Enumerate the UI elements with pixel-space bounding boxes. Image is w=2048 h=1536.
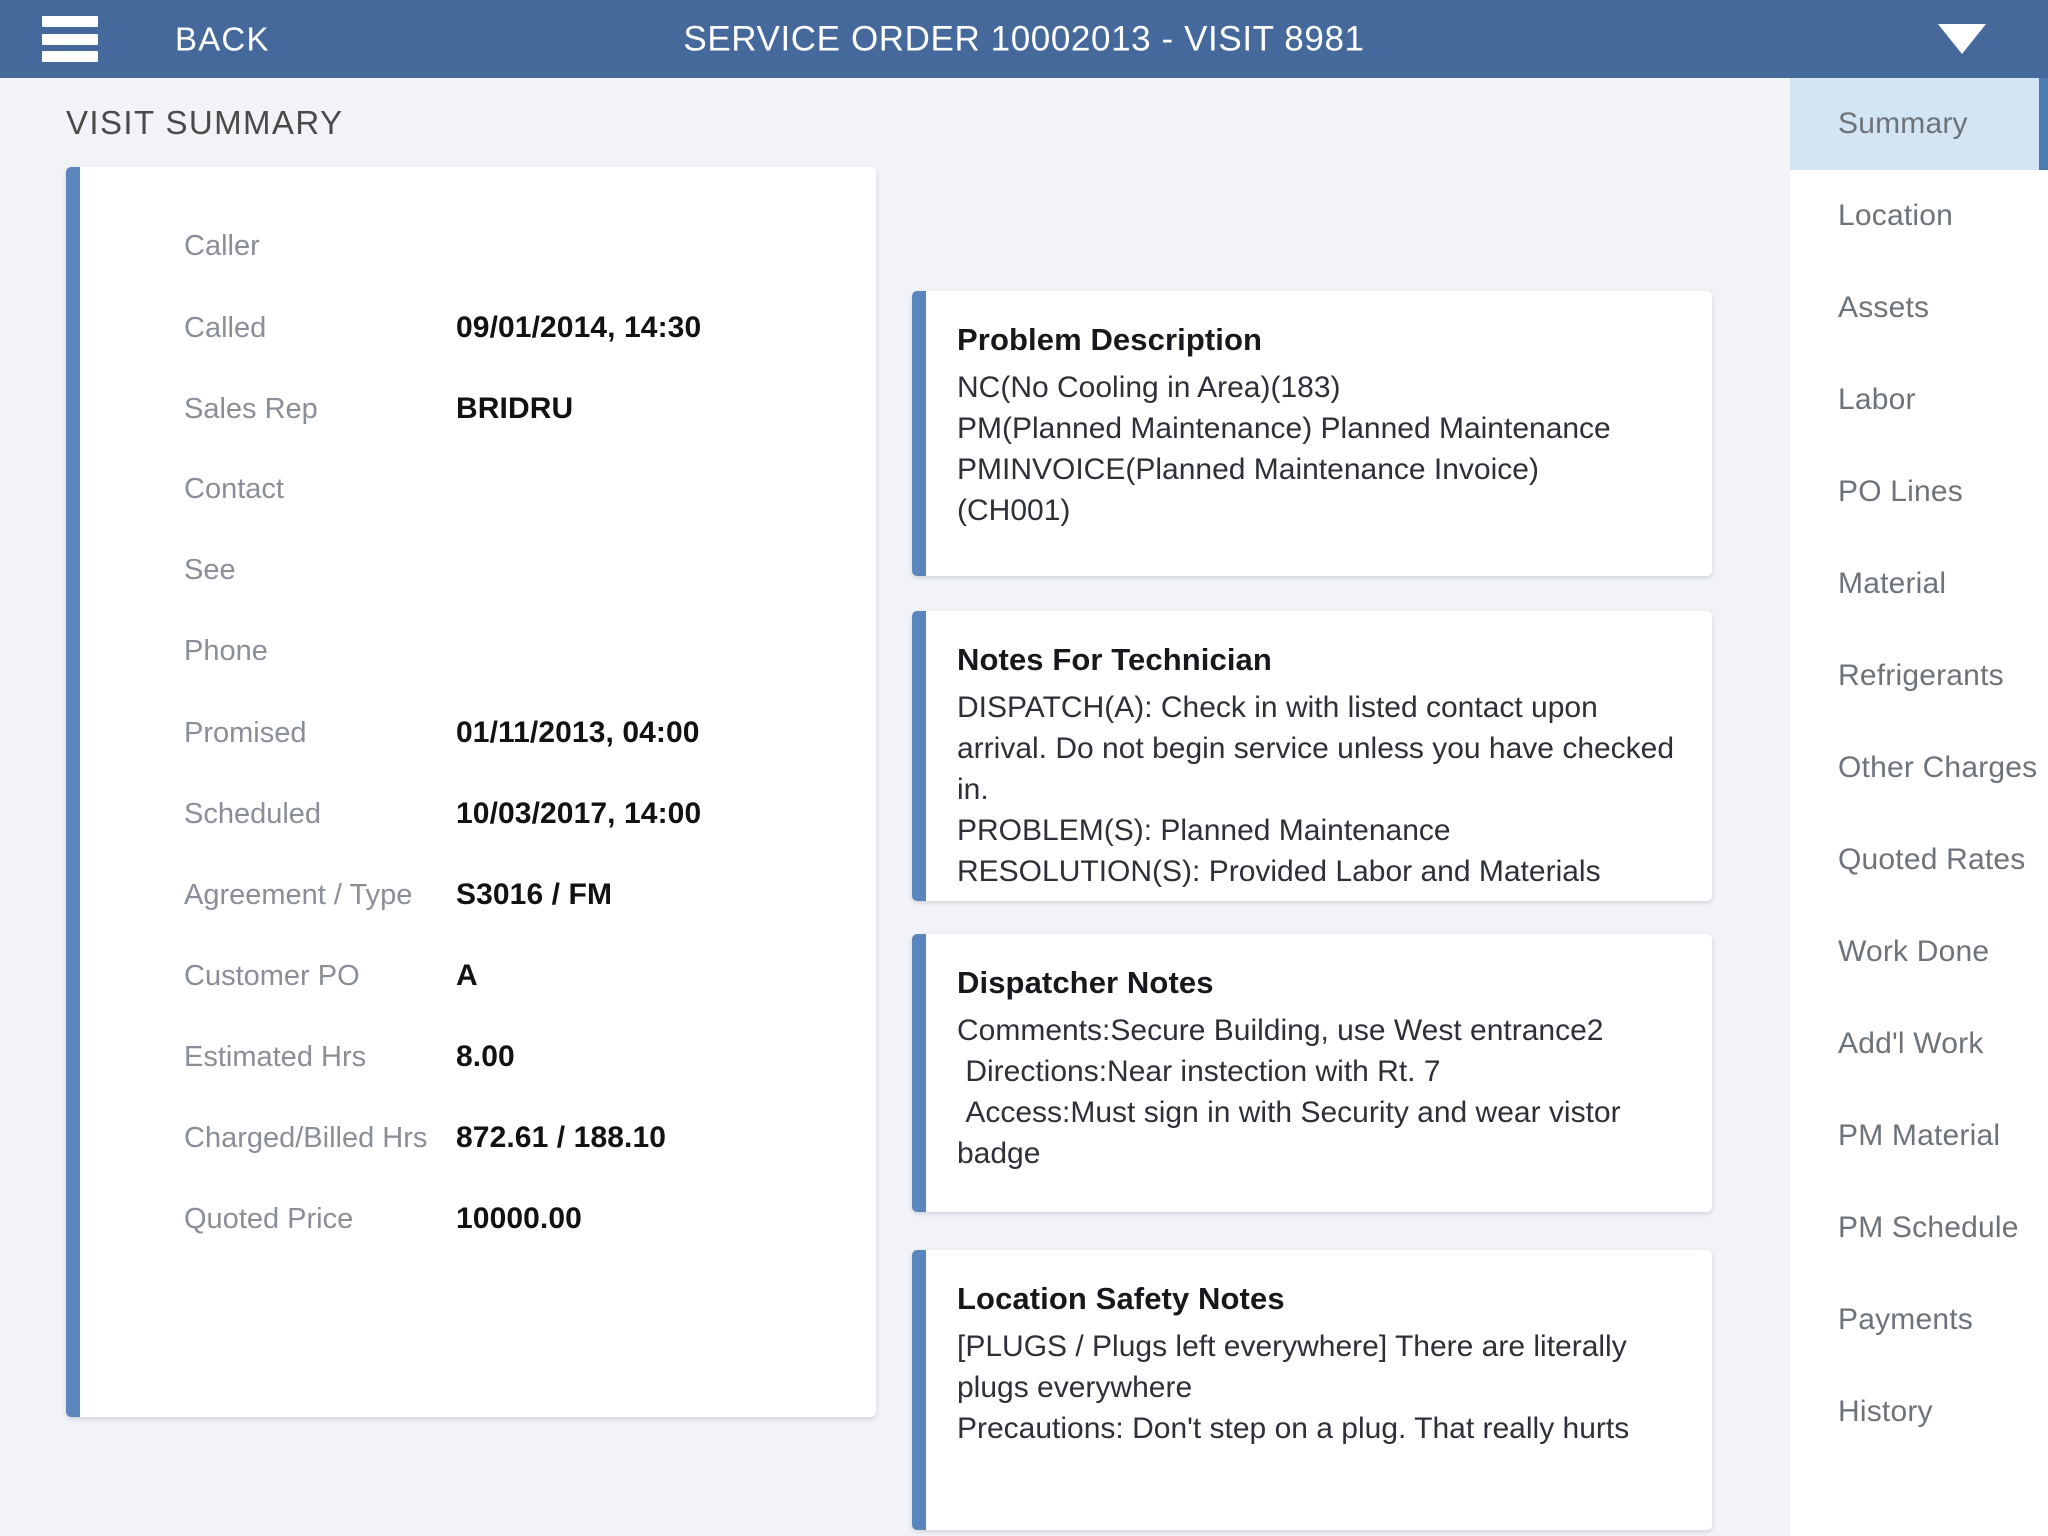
field-value-customer-po: A bbox=[456, 959, 478, 992]
hamburger-menu-icon[interactable] bbox=[42, 16, 98, 62]
summary-field-row: Phone bbox=[184, 637, 856, 718]
sidebar-item-material[interactable]: Material bbox=[1790, 538, 2048, 630]
hamburger-bar bbox=[42, 16, 98, 27]
summary-field-row: See bbox=[184, 556, 856, 637]
summary-field-row: Charged/Billed Hrs 872.61 / 188.10 bbox=[184, 1123, 856, 1204]
sidebar-item-label: Payments bbox=[1838, 1303, 1973, 1336]
summary-field-row: Called 09/01/2014, 14:30 bbox=[184, 313, 856, 394]
summary-field-row: Promised 01/11/2013, 04:00 bbox=[184, 718, 856, 799]
page-header-title: SERVICE ORDER 10002013 - VISIT 8981 bbox=[683, 19, 1365, 59]
sidebar-item-assets[interactable]: Assets bbox=[1790, 262, 2048, 354]
sidebar-item-label: Add'l Work bbox=[1838, 1027, 1984, 1060]
field-value-promised: 01/11/2013, 04:00 bbox=[456, 716, 700, 749]
field-label-contact: Contact bbox=[184, 473, 284, 505]
notes-for-technician-card-body: Notes For Technician DISPATCH(A): Check … bbox=[926, 611, 1712, 901]
sidebar-item-pm-schedule[interactable]: PM Schedule bbox=[1790, 1182, 2048, 1274]
sidebar-item-addl-work[interactable]: Add'l Work bbox=[1790, 998, 2048, 1090]
sidebar-item-label: Summary bbox=[1838, 107, 1968, 140]
summary-field-row: Caller bbox=[184, 232, 856, 313]
section-nav-sidebar: Summary Location Assets Labor PO Lines M… bbox=[1790, 78, 2048, 1536]
sidebar-item-label: Labor bbox=[1838, 383, 1916, 416]
dispatcher-notes-text: Comments:Secure Building, use West entra… bbox=[957, 1014, 1621, 1170]
field-label-promised: Promised bbox=[184, 717, 307, 749]
dispatcher-notes-card: Dispatcher Notes Comments:Secure Buildin… bbox=[912, 934, 1712, 1212]
summary-field-row: Quoted Price 10000.00 bbox=[184, 1204, 856, 1285]
summary-field-row: Contact bbox=[184, 475, 856, 556]
notes-for-technician-text: DISPATCH(A): Check in with listed contac… bbox=[957, 691, 1675, 888]
sidebar-item-other-charges[interactable]: Other Charges bbox=[1790, 722, 2048, 814]
sidebar-item-payments[interactable]: Payments bbox=[1790, 1274, 2048, 1366]
app-root: BACK SERVICE ORDER 10002013 - VISIT 8981… bbox=[0, 0, 2048, 1536]
sidebar-item-pm-material[interactable]: PM Material bbox=[1790, 1090, 2048, 1182]
visit-summary-card-body: Caller Called 09/01/2014, 14:30 Sales Re… bbox=[80, 167, 876, 1417]
field-label-called: Called bbox=[184, 312, 267, 344]
location-safety-notes-card-body: Location Safety Notes [PLUGS / Plugs lef… bbox=[926, 1250, 1712, 1530]
field-label-estimated-hrs: Estimated Hrs bbox=[184, 1041, 367, 1073]
field-value-quoted-price: 10000.00 bbox=[456, 1202, 582, 1235]
notes-for-technician-card: Notes For Technician DISPATCH(A): Check … bbox=[912, 611, 1712, 901]
page-title: VISIT SUMMARY bbox=[66, 104, 344, 141]
sidebar-item-label: Quoted Rates bbox=[1838, 843, 2026, 876]
field-label-sales-rep: Sales Rep bbox=[184, 393, 318, 425]
field-label-customer-po: Customer PO bbox=[184, 960, 360, 992]
location-safety-notes-card: Location Safety Notes [PLUGS / Plugs lef… bbox=[912, 1250, 1712, 1530]
field-value-charged-billed-hrs: 872.61 / 188.10 bbox=[456, 1121, 667, 1154]
field-value-estimated-hrs: 8.00 bbox=[456, 1040, 515, 1073]
summary-field-row: Sales Rep BRIDRU bbox=[184, 394, 856, 475]
sidebar-item-history[interactable]: History bbox=[1790, 1366, 2048, 1458]
problem-description-card-body: Problem Description NC(No Cooling in Are… bbox=[926, 291, 1712, 576]
notes-for-technician-title: Notes For Technician bbox=[957, 642, 1272, 677]
problem-description-text: NC(No Cooling in Area)(183) PM(Planned M… bbox=[957, 371, 1611, 527]
chevron-down-icon[interactable] bbox=[1938, 24, 1986, 54]
field-label-quoted-price: Quoted Price bbox=[184, 1203, 354, 1235]
problem-description-title: Problem Description bbox=[957, 322, 1263, 357]
sidebar-item-label: Material bbox=[1838, 567, 1947, 600]
dispatcher-notes-title: Dispatcher Notes bbox=[957, 965, 1214, 1000]
hamburger-bar bbox=[42, 33, 98, 45]
field-value-agreement-type: S3016 / FM bbox=[456, 878, 613, 911]
location-safety-notes-text: [PLUGS / Plugs left everywhere] There ar… bbox=[957, 1330, 1630, 1445]
field-value-sales-rep: BRIDRU bbox=[456, 392, 574, 425]
sidebar-item-location[interactable]: Location bbox=[1790, 170, 2048, 262]
sidebar-item-refrigerants[interactable]: Refrigerants bbox=[1790, 630, 2048, 722]
field-label-phone: Phone bbox=[184, 635, 268, 667]
back-button[interactable]: BACK bbox=[175, 23, 270, 56]
field-label-charged-billed-hrs: Charged/Billed Hrs bbox=[184, 1122, 428, 1154]
sidebar-item-labor[interactable]: Labor bbox=[1790, 354, 2048, 446]
sidebar-item-quoted-rates[interactable]: Quoted Rates bbox=[1790, 814, 2048, 906]
sidebar-item-label: PM Schedule bbox=[1838, 1211, 2019, 1244]
field-label-see: See bbox=[184, 554, 236, 586]
sidebar-item-label: Assets bbox=[1838, 291, 1930, 324]
summary-field-row: Customer PO A bbox=[184, 961, 856, 1042]
sidebar-item-label: History bbox=[1838, 1395, 1933, 1428]
visit-summary-card: Caller Called 09/01/2014, 14:30 Sales Re… bbox=[66, 167, 876, 1417]
main-content: VISIT SUMMARY Caller Called 09/01/2014, … bbox=[0, 78, 1790, 1536]
top-app-bar: BACK SERVICE ORDER 10002013 - VISIT 8981 bbox=[0, 0, 2048, 78]
sidebar-item-label: PM Material bbox=[1838, 1119, 2001, 1152]
sidebar-item-summary[interactable]: Summary bbox=[1790, 78, 2048, 170]
sidebar-item-label: Other Charges bbox=[1838, 751, 2038, 784]
summary-field-row: Scheduled 10/03/2017, 14:00 bbox=[184, 799, 856, 880]
location-safety-notes-title: Location Safety Notes bbox=[957, 1281, 1285, 1316]
sidebar-item-label: Location bbox=[1838, 199, 1954, 232]
summary-field-row: Agreement / Type S3016 / FM bbox=[184, 880, 856, 961]
sidebar-item-label: Work Done bbox=[1838, 935, 1990, 968]
sidebar-item-label: PO Lines bbox=[1838, 475, 1963, 508]
sidebar-item-po-lines[interactable]: PO Lines bbox=[1790, 446, 2048, 538]
field-value-called: 09/01/2014, 14:30 bbox=[456, 311, 702, 344]
sidebar-item-label: Refrigerants bbox=[1838, 659, 2004, 692]
field-label-caller: Caller bbox=[184, 230, 260, 262]
sidebar-item-work-done[interactable]: Work Done bbox=[1790, 906, 2048, 998]
field-label-agreement-type: Agreement / Type bbox=[184, 879, 413, 911]
field-value-scheduled: 10/03/2017, 14:00 bbox=[456, 797, 702, 830]
field-label-scheduled: Scheduled bbox=[184, 798, 322, 830]
summary-field-row: Estimated Hrs 8.00 bbox=[184, 1042, 856, 1123]
summary-field-list: Caller Called 09/01/2014, 14:30 Sales Re… bbox=[184, 232, 856, 1285]
hamburger-bar bbox=[42, 51, 98, 62]
dispatcher-notes-card-body: Dispatcher Notes Comments:Secure Buildin… bbox=[926, 934, 1712, 1212]
problem-description-card: Problem Description NC(No Cooling in Are… bbox=[912, 291, 1712, 576]
